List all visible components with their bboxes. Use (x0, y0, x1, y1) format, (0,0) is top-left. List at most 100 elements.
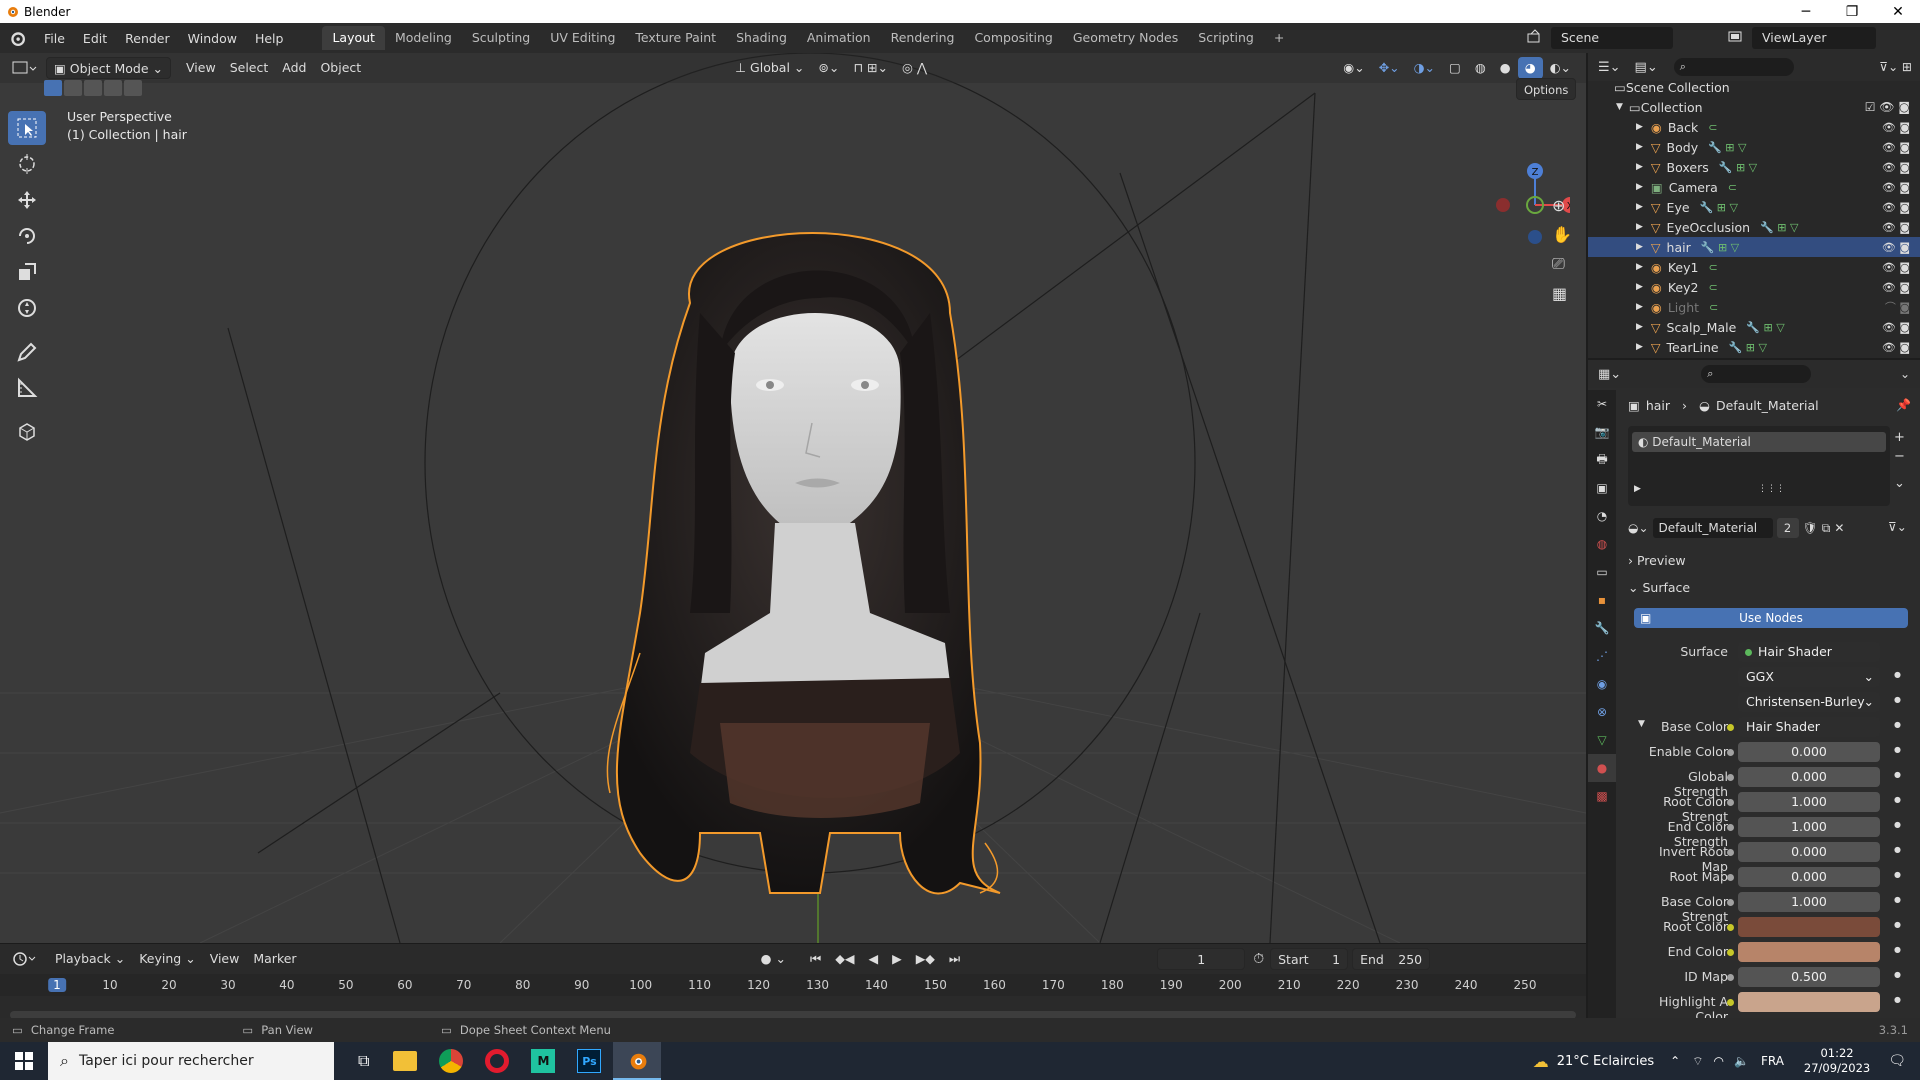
socket-icon[interactable] (1727, 924, 1734, 931)
world-tab-icon[interactable]: ◍ (1588, 530, 1616, 558)
outliner-item-key2[interactable]: ▶ ◉ Key2 ⊂ 👁 ◙ (1588, 277, 1920, 297)
chrome-icon[interactable] (439, 1049, 464, 1073)
unlink-material-icon[interactable]: ✕ (1834, 521, 1844, 535)
outliner-item-back[interactable]: ▶ ◉ Back ⊂ 👁 ◙ (1588, 117, 1920, 137)
physics-tab-icon[interactable]: ◉ (1588, 670, 1616, 698)
display-mode-icon[interactable]: ▤⌄ (1635, 60, 1658, 75)
play-reverse-icon[interactable]: ◀ (861, 948, 885, 970)
network-icon[interactable]: ⌔ (1692, 1054, 1703, 1069)
properties-options-icon[interactable]: ⌄ (1900, 367, 1910, 381)
photoshop-icon[interactable]: Ps (577, 1049, 602, 1073)
camera-view-icon[interactable]: ⎚ (1552, 254, 1572, 274)
surface-shader-field[interactable]: Hair Shader (1738, 642, 1880, 662)
expand-arrow-icon[interactable]: ▶ (1636, 322, 1643, 332)
view-layer-tab-icon[interactable]: ▣ (1588, 474, 1616, 502)
tab-texture-paint[interactable]: Texture Paint (625, 26, 726, 50)
select-subtract-icon[interactable] (84, 80, 102, 96)
tray-chevron-icon[interactable]: ⌃ (1670, 1054, 1680, 1068)
notification-icon[interactable]: 🗨 (1888, 1053, 1906, 1069)
visibility-toggle-icons[interactable]: 👁 ◙ (1882, 341, 1910, 354)
expand-arrow-icon[interactable]: ▶ (1636, 282, 1643, 292)
resize-handle-icon[interactable]: ⋮⋮⋮ (1758, 484, 1785, 494)
ortho-toggle-icon[interactable]: ▦ (1552, 284, 1572, 303)
jump-start-icon[interactable]: ⏮ (803, 948, 828, 970)
tab-compositing[interactable]: Compositing (964, 26, 1062, 50)
distribution-dropdown[interactable]: GGX ⌄ (1738, 667, 1880, 687)
outliner-item-camera[interactable]: ▶ ▣ Camera ⊂ 👁 ◙ (1588, 177, 1920, 197)
tab-modeling[interactable]: Modeling (385, 26, 462, 50)
visibility-toggle-icons[interactable]: 👁 ◙ (1882, 221, 1910, 234)
hand-pan-icon[interactable]: ✋ (1552, 225, 1572, 244)
select-menu[interactable]: Select (223, 57, 276, 79)
view-layer-icon[interactable] (1726, 28, 1744, 46)
playback-menu[interactable]: Playback ⌄ (48, 948, 132, 970)
material-name-field[interactable]: Default_Material (1652, 518, 1773, 538)
keying-menu[interactable]: Keying ⌄ (132, 948, 202, 970)
remove-slot-button[interactable]: − (1894, 449, 1905, 464)
play-icon[interactable]: ▶ (885, 948, 909, 970)
visibility-toggle-icons[interactable]: 👁 ◙ (1882, 161, 1910, 174)
color-swatch[interactable] (1738, 992, 1880, 1012)
properties-search-input[interactable]: ⌕ (1701, 365, 1812, 383)
keyframe-dot-icon[interactable]: ● (1894, 770, 1901, 779)
socket-icon[interactable] (1727, 974, 1734, 981)
preview-range-icon[interactable]: ⏱ (1253, 951, 1264, 967)
expand-arrow-icon[interactable]: ▶ (1636, 262, 1643, 272)
gizmo-toggle-icon[interactable]: ✥⌄ (1372, 57, 1407, 79)
keyframe-dot-icon[interactable]: ● (1894, 695, 1901, 704)
keyframe-dot-icon[interactable]: ● (1894, 895, 1901, 904)
scene-collection-row[interactable]: ▭ Scene Collection (1588, 77, 1920, 97)
scale-tool[interactable] (8, 255, 46, 289)
object-menu[interactable]: Object (313, 57, 368, 79)
particles-tab-icon[interactable]: ⋰ (1588, 642, 1616, 670)
outliner-item-hair[interactable]: ▶ ▽ hair 🔧 ⊞ ▽ 👁 ◙ (1588, 237, 1920, 257)
visibility-toggle-icons[interactable]: 👁 ◙ (1882, 141, 1910, 154)
maximize-button[interactable]: ❐ (1829, 0, 1875, 23)
blender-menu-icon[interactable] (9, 30, 25, 46)
shading-material-icon[interactable]: ◕ (1517, 57, 1543, 79)
menu-file[interactable]: File (35, 31, 74, 46)
keyframe-dot-icon[interactable]: ● (1894, 670, 1901, 679)
material-tab-icon[interactable]: ● (1588, 754, 1616, 782)
number-field[interactable]: 0.000 (1738, 842, 1880, 862)
mode-selector[interactable]: ▣ Object Mode ⌄ (46, 57, 172, 79)
texture-tab-icon[interactable]: ▩ (1588, 782, 1616, 810)
expand-arrow-icon[interactable]: ▼ (1638, 719, 1645, 729)
task-view-icon[interactable]: ⧉ (358, 1051, 369, 1071)
gizmo-neg-z-axis[interactable] (1528, 230, 1542, 244)
keyframe-dot-icon[interactable]: ● (1894, 720, 1901, 729)
modifier-tab-icon[interactable]: 🔧 (1588, 614, 1616, 642)
expand-arrow-icon[interactable]: ▶ (1636, 302, 1643, 312)
select-intersect-icon[interactable] (124, 80, 142, 96)
output-tab-icon[interactable]: 🖶 (1588, 446, 1616, 474)
outliner-item-scalp_male[interactable]: ▶ ▽ Scalp_Male 🔧 ⊞ ▽ 👁 ◙ (1588, 317, 1920, 337)
outliner-item-light[interactable]: ▶ ◉ Light ⊂ ⌒ ◙ (1588, 297, 1920, 317)
shading-solid-icon[interactable]: ● (1493, 57, 1518, 79)
move-tool[interactable] (8, 183, 46, 217)
add-slot-button[interactable]: + (1894, 430, 1905, 445)
add-menu[interactable]: Add (275, 57, 313, 79)
current-frame-field[interactable]: 1 (1157, 948, 1246, 970)
expand-arrow-icon[interactable]: ▶ (1636, 142, 1643, 152)
tab-layout[interactable]: Layout (322, 26, 385, 50)
properties-editor-type-icon[interactable]: ▦⌄ (1598, 367, 1621, 382)
view-menu[interactable]: View (179, 57, 223, 79)
menu-render[interactable]: Render (116, 31, 179, 46)
number-field[interactable]: 1.000 (1738, 792, 1880, 812)
add-cube-tool[interactable] (8, 415, 46, 449)
browse-material-icon[interactable]: ◒⌄ (1628, 521, 1649, 535)
expand-arrow-icon[interactable]: ▶ (1636, 202, 1643, 212)
select-invert-icon[interactable] (104, 80, 122, 96)
socket-icon[interactable] (1727, 874, 1734, 881)
marker-menu[interactable]: Marker (246, 948, 303, 970)
tab-uv-editing[interactable]: UV Editing (540, 26, 625, 50)
keyframe-dot-icon[interactable]: ● (1894, 845, 1901, 854)
weather-text[interactable]: 21°C Eclaircies (1557, 1054, 1654, 1069)
keyframe-dot-icon[interactable]: ● (1894, 745, 1901, 754)
viewport-scene[interactable] (0, 53, 1586, 943)
fake-user-icon[interactable]: 🛡 (1803, 521, 1818, 535)
material-slot-row[interactable]: ◐ Default_Material (1632, 432, 1886, 452)
user-count-badge[interactable]: 2 (1776, 518, 1799, 538)
keyframe-dot-icon[interactable]: ● (1894, 820, 1901, 829)
expand-arrow-icon[interactable]: ▶ (1636, 342, 1643, 352)
